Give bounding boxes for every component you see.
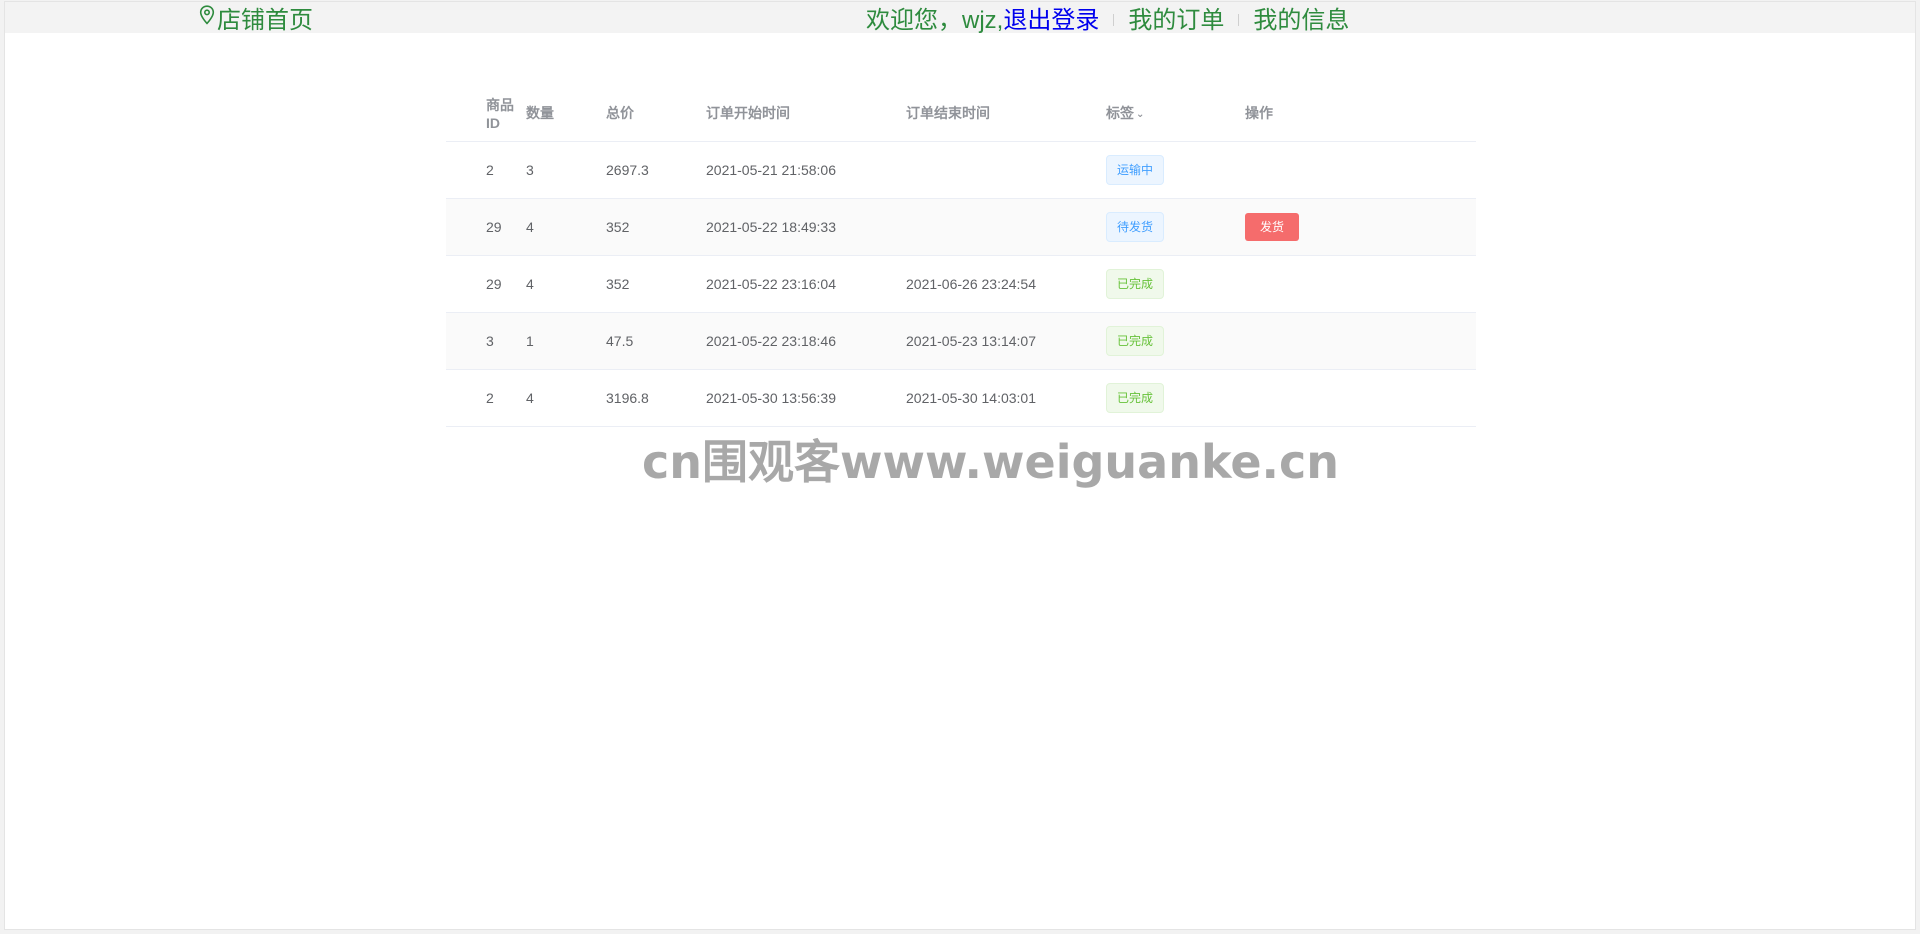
welcome-text: 欢迎您，wjz,	[866, 7, 1004, 34]
chevron-down-icon[interactable]: ⌄	[1136, 109, 1144, 120]
cell-total: 352	[606, 219, 630, 235]
column-header-tag-label: 标签	[1106, 104, 1134, 121]
location-pin-icon	[199, 4, 217, 32]
column-header-total: 总价	[606, 104, 634, 121]
nav-divider	[1113, 13, 1115, 26]
shop-home-label: 店铺首页	[217, 7, 313, 34]
table-row: 2 4 3196.8 2021-05-30 13:56:39 2021-05-3…	[446, 369, 1476, 427]
cell-start-time: 2021-05-30 13:56:39	[706, 390, 836, 406]
cell-product-id: 29	[486, 219, 502, 235]
cell-total: 3196.8	[606, 390, 649, 406]
cell-total: 47.5	[606, 333, 634, 349]
user-nav: 欢迎您，wjz, 退出登录 我的订单 我的信息	[866, 0, 1349, 35]
column-header-tag[interactable]: 标签 ⌄	[1106, 103, 1245, 123]
table-row: 2 3 2697.3 2021-05-21 21:58:06 运输中	[446, 141, 1476, 199]
cell-quantity: 4	[526, 390, 534, 406]
my-orders-link[interactable]: 我的订单	[1128, 0, 1224, 35]
column-header-quantity: 数量	[526, 104, 554, 121]
orders-table-container: 商品ID 数量 总价 订单开始时间 订单结束时间 标签 ⌄ 操作 2 3 269…	[446, 84, 1476, 427]
table-row: 3 1 47.5 2021-05-22 23:18:46 2021-05-23 …	[446, 312, 1476, 370]
table-header-row: 商品ID 数量 总价 订单开始时间 订单结束时间 标签 ⌄ 操作	[446, 84, 1476, 142]
cell-quantity: 4	[526, 219, 534, 235]
cell-quantity: 4	[526, 276, 534, 292]
shop-home-link[interactable]: 店铺首页	[199, 2, 313, 34]
cell-end-time: 2021-05-30 14:03:01	[906, 390, 1036, 406]
ship-button[interactable]: 发货	[1245, 213, 1300, 241]
cell-product-id: 29	[486, 276, 502, 292]
cell-quantity: 3	[526, 162, 534, 178]
top-navigation-bar: 店铺首页 欢迎您，wjz, 退出登录 我的订单 我的信息	[5, 0, 1915, 35]
cell-quantity: 1	[526, 333, 534, 349]
column-header-product-id: 商品ID	[486, 96, 514, 131]
orders-table: 商品ID 数量 总价 订单开始时间 订单结束时间 标签 ⌄ 操作 2 3 269…	[446, 84, 1476, 427]
cell-start-time: 2021-05-22 23:16:04	[706, 276, 836, 292]
status-tag: 已完成	[1106, 269, 1165, 299]
cell-product-id: 2	[486, 162, 494, 178]
cell-total: 2697.3	[606, 162, 649, 178]
column-header-action: 操作	[1245, 104, 1273, 121]
status-tag: 运输中	[1106, 155, 1165, 185]
column-header-end-time: 订单结束时间	[906, 104, 990, 121]
my-info-link[interactable]: 我的信息	[1253, 0, 1349, 35]
cell-product-id: 2	[486, 390, 494, 406]
column-header-start-time: 订单开始时间	[706, 104, 790, 121]
nav-divider	[1238, 13, 1240, 26]
cell-start-time: 2021-05-22 23:18:46	[706, 333, 836, 349]
cell-start-time: 2021-05-21 21:58:06	[706, 162, 836, 178]
cell-product-id: 3	[486, 333, 494, 349]
table-row: 29 4 352 2021-05-22 23:16:04 2021-06-26 …	[446, 255, 1476, 313]
status-tag: 待发货	[1106, 212, 1165, 242]
watermark: cn围观客www.weiguanke.cn	[642, 435, 1340, 489]
logout-link[interactable]: 退出登录	[1003, 0, 1099, 35]
cell-total: 352	[606, 276, 630, 292]
status-tag: 已完成	[1106, 383, 1165, 413]
status-tag: 已完成	[1106, 326, 1165, 356]
cell-start-time: 2021-05-22 18:49:33	[706, 219, 836, 235]
table-row: 29 4 352 2021-05-22 18:49:33 待发货 发货	[446, 198, 1476, 256]
cell-end-time: 2021-05-23 13:14:07	[906, 333, 1036, 349]
cell-end-time: 2021-06-26 23:24:54	[906, 276, 1036, 292]
page-frame: 店铺首页 欢迎您，wjz, 退出登录 我的订单 我的信息 商品ID 数量 总价 …	[4, 1, 1916, 930]
